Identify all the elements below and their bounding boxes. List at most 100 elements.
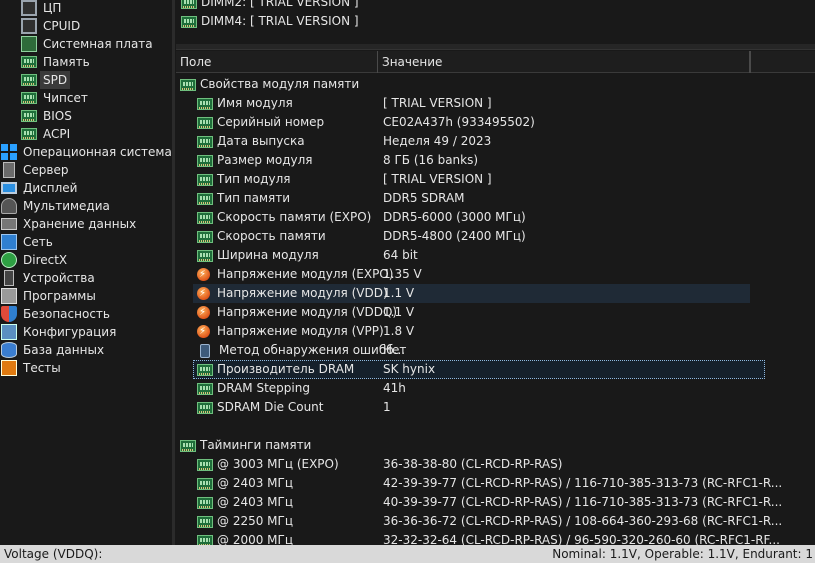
dimm-list-label: DIMM4: [ TRIAL VERSION ] — [201, 14, 359, 28]
table-row[interactable]: Метод обнаружения ошибб... Нет — [176, 341, 750, 360]
grid-section-row[interactable]: Свойства модуля памяти — [176, 75, 750, 94]
value-cell: SK hynix — [383, 362, 436, 376]
field-cell: Тип памяти — [197, 189, 290, 208]
value-cell: 64 bit — [383, 248, 418, 262]
dimm-list-label: DIMM2: [ TRIAL VERSION ] — [201, 0, 359, 9]
table-row[interactable]: Скорость памяти (EXPO) DDR5-6000 (3000 МГ… — [176, 208, 750, 227]
tree-item[interactable]: Сервер — [1, 161, 68, 179]
horizontal-splitter[interactable] — [176, 44, 815, 50]
memory-module-icon — [197, 135, 213, 148]
tree-item[interactable]: Устройства — [1, 269, 95, 287]
value-cell: 36-38-38-80 (CL-RCD-RP-RAS) — [383, 457, 563, 471]
spd-icon — [21, 74, 37, 86]
memory-module-icon — [181, 15, 197, 28]
memory-module-icon — [197, 363, 213, 376]
field-cell: @ 2000 МГц — [197, 531, 293, 545]
memory-module-icon — [197, 382, 213, 395]
tree-item-label: Память — [43, 55, 90, 69]
dimm-list-item[interactable]: DIMM2: [ TRIAL VERSION ] — [181, 0, 359, 12]
tree-item[interactable]: Тесты — [1, 359, 61, 377]
field-cell: Ширина модуля — [197, 246, 319, 265]
device-icon — [200, 343, 210, 358]
table-row[interactable]: Тип модуля [ TRIAL VERSION ] — [176, 170, 750, 189]
table-row[interactable]: Напряжение модуля (VPP)1.8 V — [176, 322, 750, 341]
table-row[interactable]: Серийный номер CE02A437h (933495502) — [176, 113, 750, 132]
tree-item-label: Системная плата — [43, 37, 153, 51]
field-label: Серийный номер — [217, 115, 325, 129]
tree-item-label: ЦП — [43, 1, 62, 15]
table-row[interactable]: Производитель DRAM SK hynix — [193, 360, 765, 379]
field-cell: Имя модуля — [197, 94, 293, 113]
table-row[interactable]: SDRAM Die Count 1 — [176, 398, 750, 417]
grid-section-row[interactable]: Тайминги памяти — [176, 436, 750, 455]
field-label: Напряжение модуля (VDDQ) — [217, 305, 398, 319]
tree-item[interactable]: CPUID — [21, 17, 80, 35]
tree-item[interactable]: Конфигурация — [1, 323, 116, 341]
tree-item[interactable]: База данных — [1, 341, 104, 359]
table-row[interactable]: Дата выпуска Неделя 49 / 2023 — [176, 132, 750, 151]
tree-item-label: CPUID — [43, 19, 81, 33]
tree-item[interactable]: ЦП — [21, 0, 61, 17]
storage-icon — [1, 218, 17, 230]
tree-item[interactable]: DirectX — [1, 251, 67, 269]
column-header-value[interactable]: Значение — [378, 51, 750, 73]
field-label: Размер модуля — [217, 153, 313, 167]
field-cell: Тайминги памяти — [180, 436, 311, 455]
tree-item-label: Дисплей — [23, 181, 78, 195]
tree-item[interactable]: BIOS — [21, 107, 72, 125]
tree-item-label: Программы — [23, 289, 96, 303]
value-cell: DDR5 SDRAM — [383, 191, 465, 205]
table-row[interactable]: @ 2403 МГц 42-39-39-77 (CL-RCD-RP-RAS) / … — [176, 474, 782, 493]
tree-item[interactable]: Чипсет — [21, 89, 88, 107]
cpuid-icon — [21, 18, 37, 34]
memory-module-icon — [197, 477, 213, 490]
table-row[interactable]: @ 2250 МГц 36-36-36-72 (CL-RCD-RP-RAS) / … — [176, 512, 782, 531]
table-row[interactable]: @ 2403 МГц 40-39-39-77 (CL-RCD-RP-RAS) / … — [176, 493, 782, 512]
voltage-icon — [197, 265, 210, 284]
tree-item-label: Хранение данных — [23, 217, 137, 231]
navigation-tree: ЦП CPUID Системная плата Память SPD Чипсет BIO… — [0, 0, 172, 545]
tree-item[interactable]: Дисплей — [1, 179, 77, 197]
field-cell: Напряжение модуля (VPP) — [197, 322, 384, 341]
field-label: Тайминги памяти — [200, 438, 312, 452]
table-row[interactable]: Имя модуля [ TRIAL VERSION ] — [176, 94, 750, 113]
tree-item[interactable]: Безопасность — [1, 305, 110, 323]
table-row[interactable]: Напряжение модуля (VDDQ)1.1 V — [176, 303, 750, 322]
table-row[interactable]: Размер модуля 8 ГБ (16 banks) — [176, 151, 750, 170]
tree-item[interactable]: Память — [21, 53, 90, 71]
column-header-field[interactable]: Поле — [176, 51, 378, 73]
tree-item[interactable]: SPD — [21, 71, 71, 89]
database-icon — [1, 342, 17, 358]
tree-item[interactable]: Операционная система — [1, 143, 172, 161]
table-row[interactable]: Напряжение модуля (VDD)1.1 V — [193, 284, 750, 303]
multimedia-icon — [1, 198, 17, 214]
table-row[interactable]: DRAM Stepping 41h — [176, 379, 750, 398]
table-row[interactable]: @ 2000 МГц 32-32-32-64 (CL-RCD-RP-RAS) / … — [176, 531, 780, 545]
tree-item[interactable]: Мультимедиа — [1, 197, 110, 215]
value-cell: 40-39-39-77 (CL-RCD-RP-RAS) / 116-710-38… — [383, 495, 783, 509]
table-row[interactable]: Напряжение модуля (EXPO)1.35 V — [176, 265, 750, 284]
value-cell: Нет — [383, 343, 407, 357]
memory-module-icon — [197, 192, 213, 205]
table-row[interactable]: Ширина модуля 64 bit — [176, 246, 750, 265]
value-cell: 41h — [383, 381, 406, 395]
tree-item[interactable]: Сеть — [1, 233, 53, 251]
tree-item[interactable]: Программы — [1, 287, 96, 305]
value-cell: 1 — [383, 400, 391, 414]
memory-module-icon — [197, 154, 213, 167]
field-cell: Напряжение модуля (VDDQ) — [197, 303, 397, 322]
memory-module-icon — [197, 534, 213, 545]
tree-item[interactable]: Системная плата — [21, 35, 153, 53]
table-row[interactable]: @ 3003 МГц (EXPO) 36-38-38-80 (CL-RCD-RP-… — [176, 455, 750, 474]
tree-item[interactable]: Хранение данных — [1, 215, 136, 233]
value-cell: 1.1 V — [383, 305, 415, 319]
memory-module-icon — [197, 116, 213, 129]
vertical-splitter[interactable] — [172, 0, 175, 545]
tree-item[interactable]: ACPI — [21, 125, 70, 143]
table-row[interactable]: Тип памяти DDR5 SDRAM — [176, 189, 750, 208]
field-label: Скорость памяти — [217, 229, 326, 243]
status-bar: Voltage (VDDQ): Nominal: 1.1V, Operable:… — [0, 545, 815, 563]
dimm-list-item[interactable]: DIMM4: [ TRIAL VERSION ] — [181, 12, 359, 31]
tree-item-label: ACPI — [43, 127, 71, 141]
table-row[interactable]: Скорость памяти DDR5-4800 (2400 МГц) — [176, 227, 750, 246]
